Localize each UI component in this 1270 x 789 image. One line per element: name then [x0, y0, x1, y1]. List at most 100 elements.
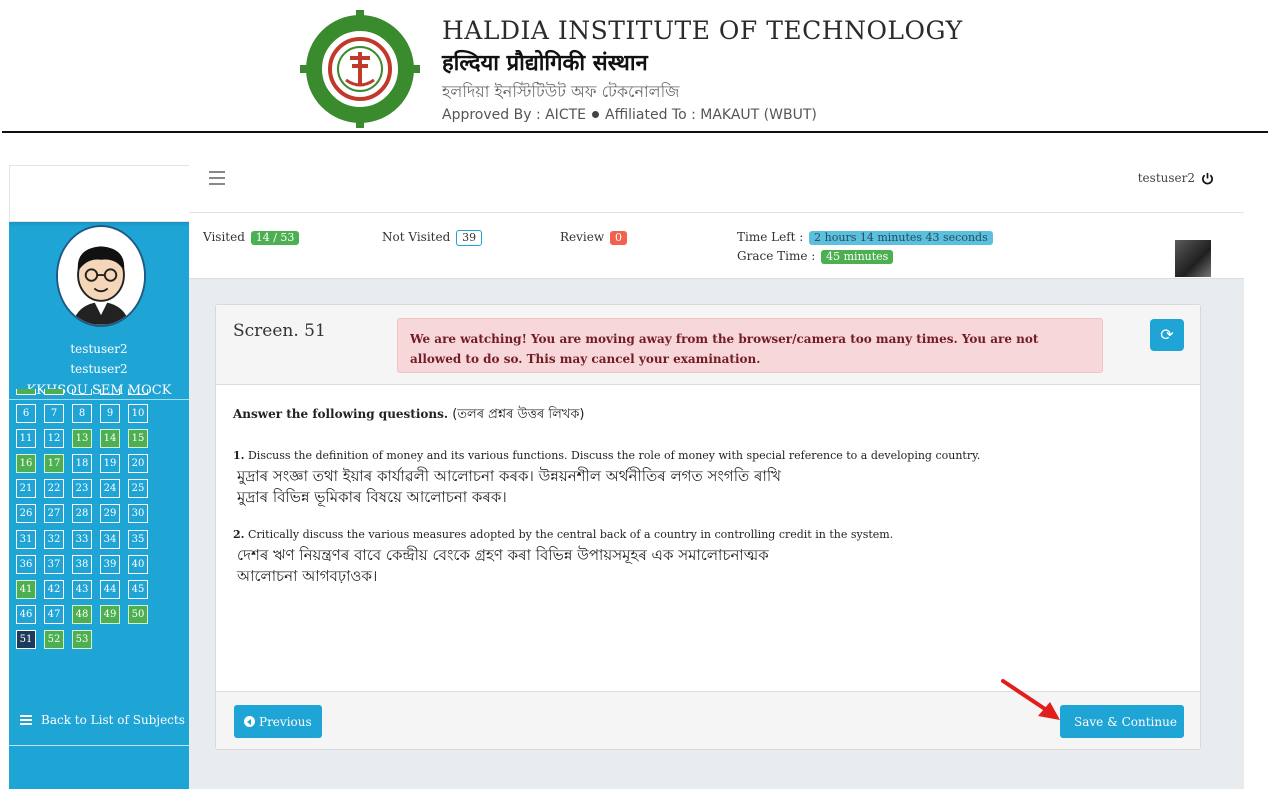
question-button-25[interactable]: 25	[128, 479, 148, 499]
question-button-22[interactable]: 22	[44, 479, 64, 499]
question-button-31[interactable]: 31	[16, 529, 36, 549]
question-button-46[interactable]: 46	[16, 604, 36, 624]
question-button-47[interactable]: 47	[44, 604, 64, 624]
question-button-43[interactable]: 43	[72, 579, 92, 599]
institute-logo-icon	[300, 10, 420, 128]
question-body: Answer the following questions. (তলৰ প্ৰ…	[233, 405, 1183, 587]
institute-name-block: HALDIA INSTITUTE OF TECHNOLOGY हल्दिया प…	[442, 16, 963, 123]
time-left-status: Time Left : 2 hours 14 minutes 43 second…	[737, 230, 993, 245]
time-left-label: Time Left :	[737, 230, 804, 244]
question-button-35[interactable]: 35	[128, 529, 148, 549]
question-button-49[interactable]: 49	[100, 604, 120, 624]
question-button-51[interactable]: 51	[16, 629, 36, 649]
question-card-header: Screen. 51 We are watching! You are movi…	[216, 305, 1200, 385]
question-button-6[interactable]: 6	[16, 404, 36, 423]
question-button-11[interactable]: 11	[16, 429, 36, 449]
question-button-12[interactable]: 12	[44, 429, 64, 449]
question-button-30[interactable]: 30	[128, 504, 148, 524]
user-name-line-1: testuser2	[70, 342, 128, 356]
question-button-21[interactable]: 21	[16, 479, 36, 499]
question-button-41[interactable]: 41	[16, 579, 36, 599]
question-button-10[interactable]: 10	[128, 404, 148, 423]
refresh-button[interactable]: ⟳	[1150, 319, 1184, 351]
visited-status: Visited 14 / 53	[203, 230, 300, 245]
question-1-number: 1.	[233, 449, 245, 462]
question-button-42[interactable]: 42	[44, 579, 64, 599]
previous-label: Previous	[259, 714, 312, 729]
question-2: 2. Critically discuss the various measur…	[233, 528, 1183, 587]
red-arrow-annotation-icon	[1001, 679, 1060, 720]
previous-button[interactable]: Previous	[234, 705, 322, 738]
institute-name-hindi: हल्दिया प्रौद्योगिकी संस्थान	[442, 51, 648, 76]
palette-scrolled-row	[16, 389, 156, 395]
user-avatar-icon	[58, 227, 144, 325]
question-button-50[interactable]: 50	[128, 604, 148, 624]
question-button-28[interactable]: 28	[72, 504, 92, 524]
question-button-39[interactable]: 39	[100, 554, 120, 574]
question-button-9[interactable]: 9	[100, 404, 120, 423]
question-button-19[interactable]: 19	[100, 454, 120, 474]
question-button-17[interactable]: 17	[44, 454, 64, 474]
question-button-24[interactable]: 24	[100, 479, 120, 499]
question-button-53[interactable]: 53	[72, 629, 92, 649]
question-button-44[interactable]: 44	[100, 579, 120, 599]
question-1-bengali-line-2: মুদ্ৰাৰ বিভিন্ন ভূমিকাৰ বিষয়ে আলোচনা কৰ…	[237, 488, 507, 506]
question-button-33[interactable]: 33	[72, 529, 92, 549]
save-continue-label: Save & Continue	[1074, 714, 1177, 729]
question-2-bengali-line-1: দেশৰ ঋণ নিয়ন্ত্ৰণৰ বাবে কেন্দ্ৰীয় বেংক…	[237, 546, 769, 564]
question-button-26[interactable]: 26	[16, 504, 36, 524]
question-button-45[interactable]: 45	[128, 579, 148, 599]
question-button-32[interactable]: 32	[44, 529, 64, 549]
question-button-16[interactable]: 16	[16, 454, 36, 474]
question-button-18[interactable]: 18	[72, 454, 92, 474]
question-button-20[interactable]: 20	[128, 454, 148, 474]
instruction-english: Answer the following questions.	[233, 407, 449, 421]
menu-toggle-icon[interactable]	[209, 171, 225, 185]
save-continue-button[interactable]: Save & Continue	[1060, 705, 1184, 738]
question-2-number: 2.	[233, 528, 245, 541]
question-button-29[interactable]: 29	[100, 504, 120, 524]
instruction-bengali: (তলৰ প্ৰশ্নৰ উত্তৰ লিখক)	[448, 407, 585, 422]
institute-name-bengali: হলদিয়া ইনস্টিটিউট অফ টেকনোলজি	[442, 82, 680, 101]
review-label: Review	[560, 230, 605, 244]
question-2-bengali-line-2: আলোচনা আগবঢ়াওক।	[237, 567, 378, 585]
question-1-english: 1. Discuss the definition of money and i…	[233, 449, 1183, 462]
question-button-7[interactable]: 7	[44, 404, 64, 423]
approved-by-text: Approved By : AICTE	[442, 107, 586, 123]
question-button-13[interactable]: 13	[72, 429, 92, 449]
institute-name-english: HALDIA INSTITUTE OF TECHNOLOGY	[442, 16, 963, 45]
question-button-48[interactable]: 48	[72, 604, 92, 624]
visited-label: Visited	[203, 230, 245, 244]
question-button-37[interactable]: 37	[44, 554, 64, 574]
question-button-8[interactable]: 8	[72, 404, 92, 423]
banner-divider	[2, 131, 1268, 133]
visited-badge: 14 / 53	[250, 231, 300, 245]
top-navbar: testuser2	[189, 155, 1244, 213]
grace-time-label: Grace Time :	[737, 249, 816, 263]
question-1-bengali-line-1: মুদ্ৰাৰ সংজ্ঞা তথা ইয়াৰ কাৰ্যাৱলী আলোচন…	[237, 467, 781, 485]
question-button-38[interactable]: 38	[72, 554, 92, 574]
question-button-27[interactable]: 27	[44, 504, 64, 524]
affiliated-to-text: Affiliated To : MAKAUT (WBUT)	[605, 107, 817, 123]
question-button-36[interactable]: 36	[16, 554, 36, 574]
question-button-23[interactable]: 23	[72, 479, 92, 499]
not-visited-label: Not Visited	[382, 230, 451, 244]
grace-time-badge: 45 minutes	[821, 250, 894, 264]
user-menu[interactable]: testuser2	[1138, 171, 1214, 185]
question-2-text: Critically discuss the various measures …	[244, 528, 894, 541]
approval-line: Approved By : AICTE Affiliated To : MAKAU…	[442, 107, 963, 123]
time-left-badge: 2 hours 14 minutes 43 seconds	[809, 231, 993, 245]
refresh-icon: ⟳	[1160, 325, 1174, 344]
question-button-40[interactable]: 40	[128, 554, 148, 574]
question-1-text: Discuss the definition of money and its …	[244, 449, 981, 462]
user-name-line-2: testuser2	[70, 362, 128, 376]
sidebar-bottom-divider	[9, 745, 189, 746]
question-button-52[interactable]: 52	[44, 629, 64, 649]
power-icon[interactable]	[1201, 172, 1214, 185]
grace-time-status: Grace Time : 45 minutes	[737, 249, 894, 264]
question-button-14[interactable]: 14	[100, 429, 120, 449]
not-visited-badge: 39	[456, 230, 483, 246]
question-button-34[interactable]: 34	[100, 529, 120, 549]
question-button-15[interactable]: 15	[128, 429, 148, 449]
back-to-subjects-link[interactable]: Back to List of Subjects	[20, 713, 185, 727]
